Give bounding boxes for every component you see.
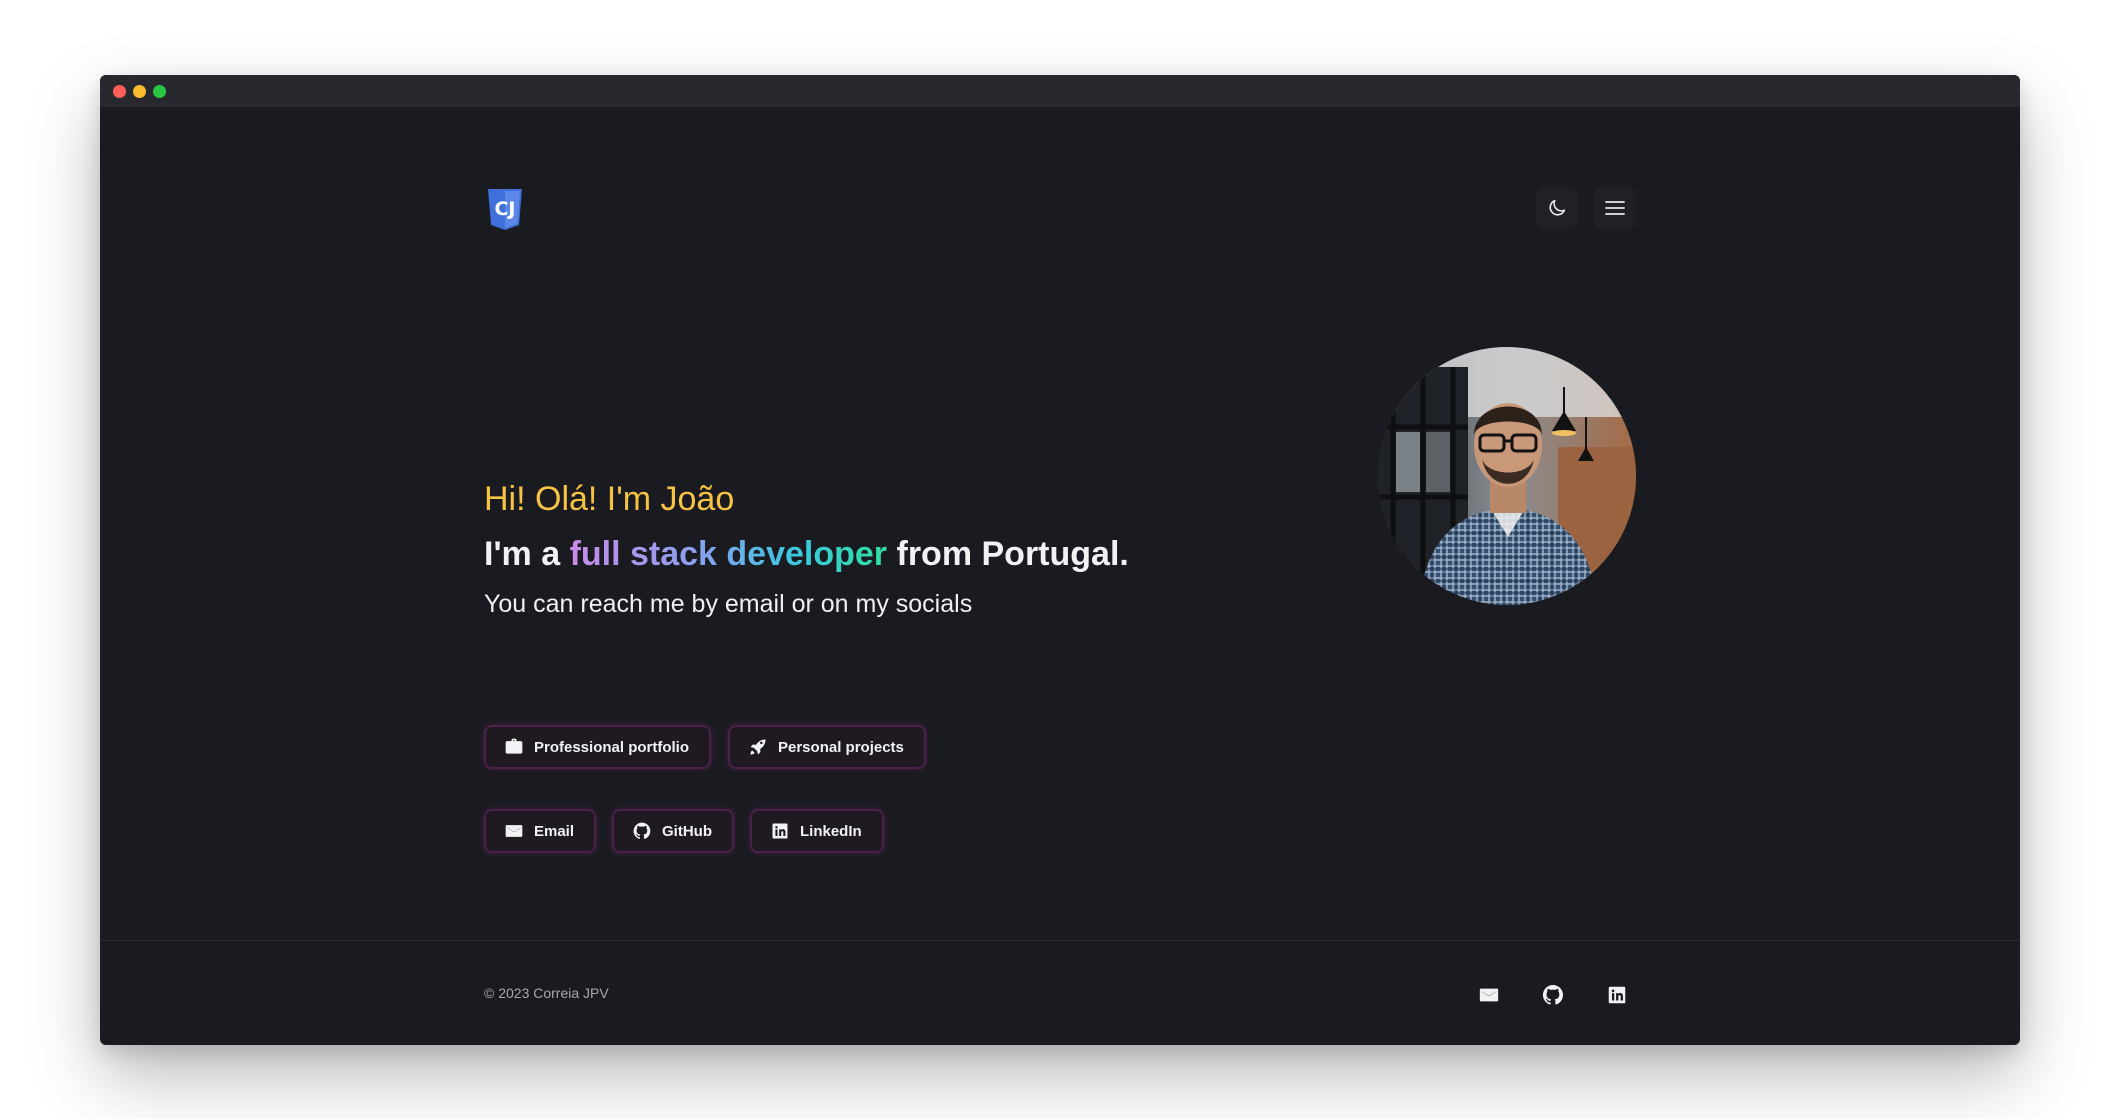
linkedin-icon <box>772 823 788 839</box>
hero-title-highlight: full stack developer <box>569 535 888 573</box>
mail-icon <box>505 825 523 837</box>
cj-logo-icon: CJ <box>488 189 522 230</box>
maximize-window-button[interactable] <box>153 85 166 98</box>
hamburger-menu-icon <box>1605 201 1625 215</box>
browser-window: CJ Hi! Olá! I'm João I'm a full stack de… <box>100 75 2020 1045</box>
rocket-icon <box>750 739 766 755</box>
hero-title-prefix: I'm a <box>484 535 570 573</box>
github-label: GitHub <box>662 822 712 840</box>
window-titlebar <box>100 75 2020 107</box>
personal-projects-label: Personal projects <box>778 738 904 756</box>
footer-linkedin-link[interactable] <box>1605 983 1629 1007</box>
copyright-text: © 2023 Correia JPV <box>484 985 609 1001</box>
github-icon <box>633 822 651 839</box>
briefcase-icon <box>505 738 523 754</box>
linkedin-icon <box>1608 986 1626 1004</box>
github-icon <box>1542 984 1563 1005</box>
close-window-button[interactable] <box>113 85 126 98</box>
github-button[interactable]: GitHub <box>612 809 734 853</box>
professional-portfolio-button[interactable]: Professional portfolio <box>484 725 712 769</box>
professional-portfolio-label: Professional portfolio <box>534 738 690 756</box>
hero-title: I'm a full stack developer from Portugal… <box>484 534 1129 574</box>
footer-email-link[interactable] <box>1477 983 1501 1007</box>
avatar <box>1378 347 1636 605</box>
email-button[interactable]: Email <box>484 809 597 853</box>
footer-divider <box>100 940 2020 941</box>
footer-github-link[interactable] <box>1541 983 1565 1007</box>
theme-toggle-button[interactable] <box>1536 187 1578 229</box>
hero-title-suffix: from Portugal. <box>887 535 1129 573</box>
mail-icon <box>1479 988 1499 1002</box>
site-logo[interactable]: CJ <box>486 187 524 231</box>
personal-projects-button[interactable]: Personal projects <box>728 725 926 769</box>
logo-text: CJ <box>494 198 515 220</box>
hero-subtitle: You can reach me by email or on my socia… <box>484 590 973 618</box>
hero-greeting: Hi! Olá! I'm João <box>484 480 735 518</box>
minimize-window-button[interactable] <box>133 85 146 98</box>
email-label: Email <box>534 822 575 840</box>
menu-button[interactable] <box>1594 187 1636 229</box>
linkedin-label: LinkedIn <box>800 822 862 840</box>
moon-icon <box>1549 199 1566 216</box>
linkedin-button[interactable]: LinkedIn <box>750 809 884 853</box>
